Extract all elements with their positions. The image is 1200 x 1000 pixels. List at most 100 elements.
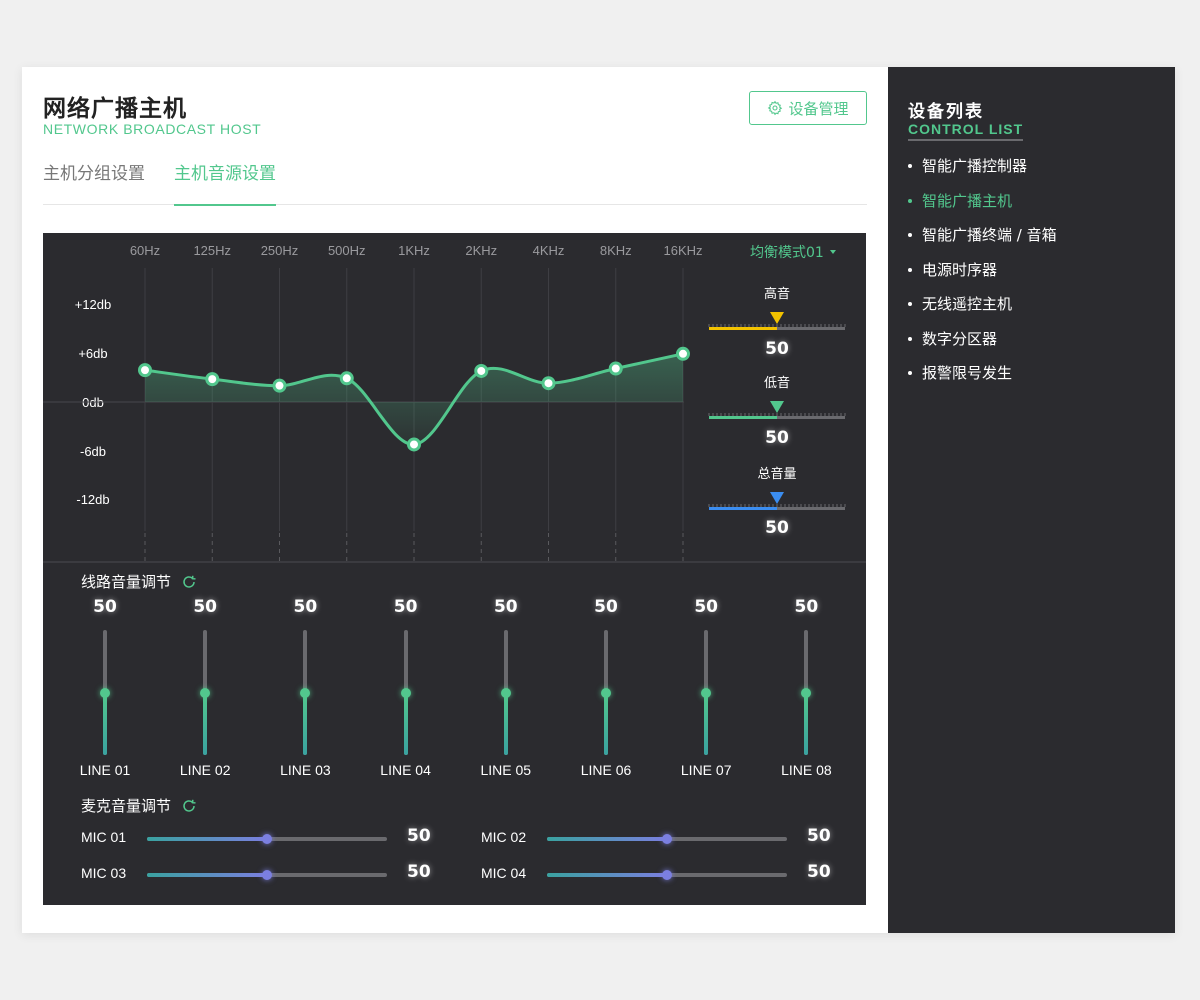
sidebar-subtitle: CONTROL LIST (908, 121, 1024, 141)
line-volume-fill (604, 692, 608, 755)
audio-panel: 60Hz 125Hz 250Hz 500Hz 1KHz 2KHz 4KHz 8KHz 16KHz… (43, 233, 866, 905)
bullet-icon (908, 336, 912, 341)
bass-fill (709, 416, 777, 419)
sidebar-device-item[interactable]: 无线遥控主机 (908, 293, 1057, 328)
db-label: -12db (76, 492, 109, 507)
sidebar-device-label: 报警限号发生 (922, 364, 1013, 382)
main-card: 网络广播主机 NETWORK BROADCAST HOST 设备管理 主机分组设… (22, 67, 1175, 933)
line-channel-label: LINE 03 (280, 762, 331, 778)
db-label: -6db (80, 444, 106, 459)
frequency-label: 1KHz (398, 243, 430, 258)
master-volume-indicator[interactable] (770, 492, 784, 504)
line-volume-knob[interactable] (100, 687, 110, 698)
eq-band-handle[interactable] (205, 372, 220, 387)
eq-band-handle[interactable] (339, 371, 354, 386)
mic-volume-knob[interactable] (262, 870, 272, 880)
bullet-icon (908, 198, 912, 203)
line-channel-label: LINE 04 (380, 762, 431, 778)
line-volume-slider[interactable]: 50 LINE 01 (75, 597, 135, 787)
line-volume-slider[interactable]: 50 LINE 05 (476, 597, 536, 787)
sidebar-device-item[interactable]: 智能广播终端 / 音箱 (908, 224, 1057, 259)
line-volume-knob[interactable] (801, 687, 812, 698)
mic-volume-value: 50 (807, 862, 831, 882)
eq-band-handle[interactable] (676, 346, 690, 361)
mic-volume-slider[interactable]: MIC 03 50 (81, 862, 441, 886)
master-volume-label: 总音量 (757, 467, 797, 482)
sidebar-device-label: 无线遥控主机 (922, 295, 1013, 313)
mic-volume-slider[interactable]: MIC 04 50 (481, 862, 841, 886)
sidebar-title: 设备列表 (908, 102, 984, 122)
line-volume-knob[interactable] (701, 687, 712, 698)
device-list: 智能广播控制器智能广播主机 智能广播终端 / 音箱 电源时序器无线遥控主机数字分区器… (908, 155, 1057, 397)
sidebar-device-item[interactable]: 智能广播主机 (908, 190, 1057, 225)
line-volume-slider[interactable]: 50 LINE 04 (376, 597, 436, 787)
tab-host-source[interactable]: 主机音源设置 (174, 159, 276, 206)
line-channel-label: LINE 08 (781, 762, 832, 778)
eq-band-handle[interactable] (608, 361, 623, 376)
mic-volume-fill (147, 837, 267, 841)
mic-volume-knob[interactable] (662, 870, 672, 880)
eq-band-handle[interactable] (138, 363, 152, 378)
mic-volume-knob[interactable] (262, 834, 272, 844)
line-volume-fill (704, 692, 709, 755)
eq-mode-dropdown[interactable]: 均衡模式01 (750, 242, 836, 262)
mic-channel-label: MIC 03 (81, 865, 127, 881)
line-volume-knob[interactable] (601, 687, 611, 698)
mic-volume-slider[interactable]: MIC 01 50 (81, 826, 441, 850)
sidebar-device-label: 智能广播控制器 (922, 157, 1028, 175)
device-management-button[interactable]: 设备管理 (749, 91, 867, 125)
line-volume-fill (303, 692, 308, 755)
page-title: 网络广播主机 (43, 96, 187, 122)
sidebar-device-item[interactable]: 电源时序器 (908, 259, 1057, 294)
db-label: +6db (78, 346, 107, 361)
eq-band-handle[interactable] (474, 363, 489, 378)
gear-icon (767, 100, 783, 116)
line-volume-fill (503, 692, 508, 755)
frequency-label: 125Hz (193, 243, 231, 258)
eq-band-handle[interactable] (272, 378, 287, 393)
line-volume-value: 50 (193, 597, 218, 617)
mic-volume-knob[interactable] (662, 834, 672, 844)
tab-host-group[interactable]: 主机分组设置 (43, 159, 145, 205)
bullet-icon (908, 233, 912, 237)
treble-label: 高音 (763, 287, 790, 302)
line-volume-slider[interactable]: 50 LINE 07 (676, 597, 736, 787)
line-volume-knob[interactable] (400, 687, 411, 698)
line-volume-title-text: 线路音量调节 (81, 573, 172, 591)
sidebar-device-label: 电源时序器 (922, 260, 998, 279)
line-volume-slider[interactable]: 50 LINE 08 (776, 597, 836, 787)
line-volume-value: 50 (694, 597, 719, 617)
treble-indicator[interactable] (770, 312, 784, 324)
main-area: 网络广播主机 NETWORK BROADCAST HOST 设备管理 主机分组设… (22, 67, 888, 933)
refresh-icon[interactable] (181, 574, 197, 590)
sidebar-device-item[interactable]: 数字分区器 (908, 328, 1057, 363)
sidebar-device-item[interactable]: 报警限号发生 (908, 362, 1057, 397)
eq-band-handle[interactable] (541, 376, 556, 391)
mic-channel-label: MIC 04 (481, 865, 527, 881)
refresh-icon[interactable] (181, 798, 197, 814)
bass-indicator[interactable] (770, 401, 784, 413)
line-volume-slider[interactable]: 50 LINE 03 (275, 597, 335, 787)
bass-value: 50 (765, 428, 789, 448)
line-volume-title: 线路音量调节 (81, 571, 197, 592)
line-channel-label: LINE 07 (680, 762, 732, 778)
bullet-icon (908, 371, 912, 375)
sidebar-device-item[interactable]: 智能广播控制器 (908, 155, 1057, 190)
line-volume-knob[interactable] (200, 687, 211, 698)
treble-value: 50 (765, 339, 789, 359)
line-volume-slider[interactable]: 50 LINE 06 (576, 597, 636, 787)
device-sidebar: 设备列表 CONTROL LIST 智能广播控制器智能广播主机 智能广播终端 / … (888, 67, 1175, 933)
master-volume-value: 50 (765, 518, 789, 538)
eq-band-handle[interactable] (407, 437, 421, 452)
line-volume-value: 50 (393, 597, 418, 617)
line-volume-slider[interactable]: 50 LINE 02 (175, 597, 235, 787)
mic-channel-label: MIC 02 (481, 829, 527, 845)
line-volume-value: 50 (493, 597, 518, 617)
mic-volume-fill (147, 873, 267, 877)
line-volume-value: 50 (93, 597, 117, 617)
line-volume-value: 50 (293, 597, 318, 617)
sidebar-device-label: 智能广播终端 / 音箱 (922, 226, 1057, 244)
mic-volume-slider[interactable]: MIC 02 50 (481, 826, 841, 850)
line-volume-knob[interactable] (500, 687, 511, 698)
line-volume-knob[interactable] (300, 687, 311, 698)
